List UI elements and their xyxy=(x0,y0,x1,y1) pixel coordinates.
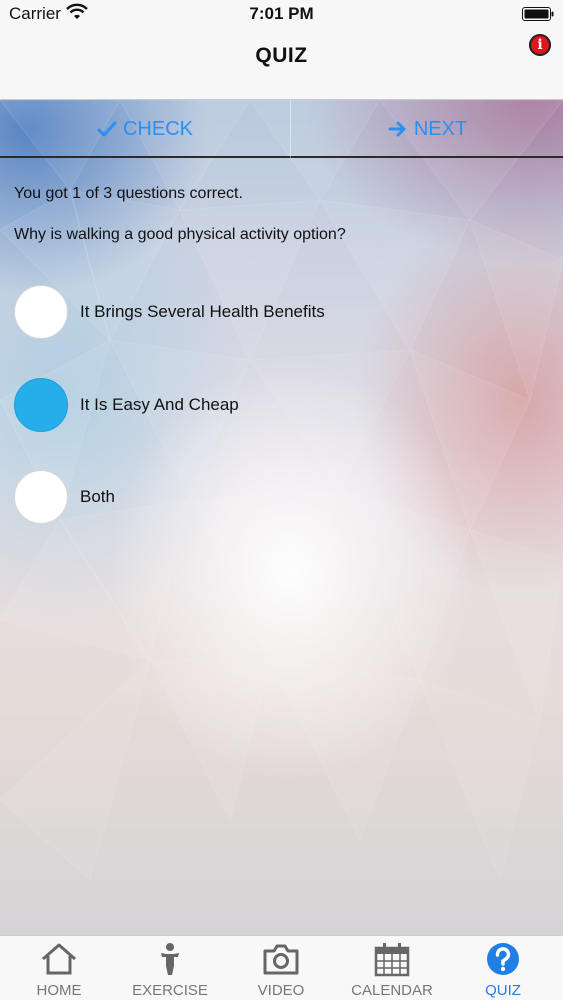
answer-option[interactable]: Both xyxy=(14,469,534,525)
tab-video[interactable]: VIDEO xyxy=(225,936,337,1000)
radio-button-selected[interactable] xyxy=(14,378,68,432)
tab-label: QUIZ xyxy=(485,982,521,999)
tab-label: VIDEO xyxy=(257,982,305,999)
option-label: It Brings Several Health Benefits xyxy=(80,302,325,321)
tab-label: HOME xyxy=(36,982,82,999)
check-label: CHECK xyxy=(122,117,193,140)
next-button[interactable]: NEXT xyxy=(292,100,563,158)
tab-label: EXERCISE xyxy=(132,982,208,999)
option-label: Both xyxy=(80,487,115,506)
tab-home[interactable]: HOME xyxy=(3,936,115,1000)
page-title: QUIZ xyxy=(255,44,308,67)
tab-bar: HOME EXERCISE VIDEO CALENDAR QUIZ xyxy=(0,935,563,1000)
tab-quiz[interactable]: QUIZ xyxy=(447,936,559,1000)
radio-button[interactable] xyxy=(14,470,68,524)
arrow-right-icon xyxy=(388,121,406,137)
navigation-bar: QUIZ i xyxy=(0,28,563,100)
home-icon xyxy=(42,943,76,975)
info-icon[interactable]: i xyxy=(529,34,551,56)
tab-label: CALENDAR xyxy=(351,982,433,999)
battery-icon xyxy=(522,7,554,21)
camera-icon xyxy=(263,944,299,975)
quiz-action-row: CHECK NEXT xyxy=(0,100,563,158)
tab-exercise[interactable]: EXERCISE xyxy=(114,936,226,1000)
answer-option[interactable]: It Brings Several Health Benefits xyxy=(14,284,534,340)
calendar-icon xyxy=(374,943,410,977)
answer-option[interactable]: It Is Easy And Cheap xyxy=(14,377,534,433)
status-bar: Carrier 7:01 PM xyxy=(0,0,563,28)
check-button[interactable]: CHECK xyxy=(0,100,291,158)
person-icon xyxy=(161,943,179,975)
question-icon xyxy=(487,943,519,975)
score-text: You got 1 of 3 questions correct. xyxy=(14,185,243,202)
question-text: Why is walking a good physical activity … xyxy=(14,226,346,243)
status-time: 7:01 PM xyxy=(249,4,314,23)
tab-calendar[interactable]: CALENDAR xyxy=(336,936,448,1000)
quiz-content: CHECK NEXT You got 1 of 3 questions corr… xyxy=(0,100,563,935)
option-label: It Is Easy And Cheap xyxy=(80,395,239,414)
checkmark-icon xyxy=(97,121,117,137)
next-label: NEXT xyxy=(413,117,468,140)
radio-button[interactable] xyxy=(14,285,68,339)
